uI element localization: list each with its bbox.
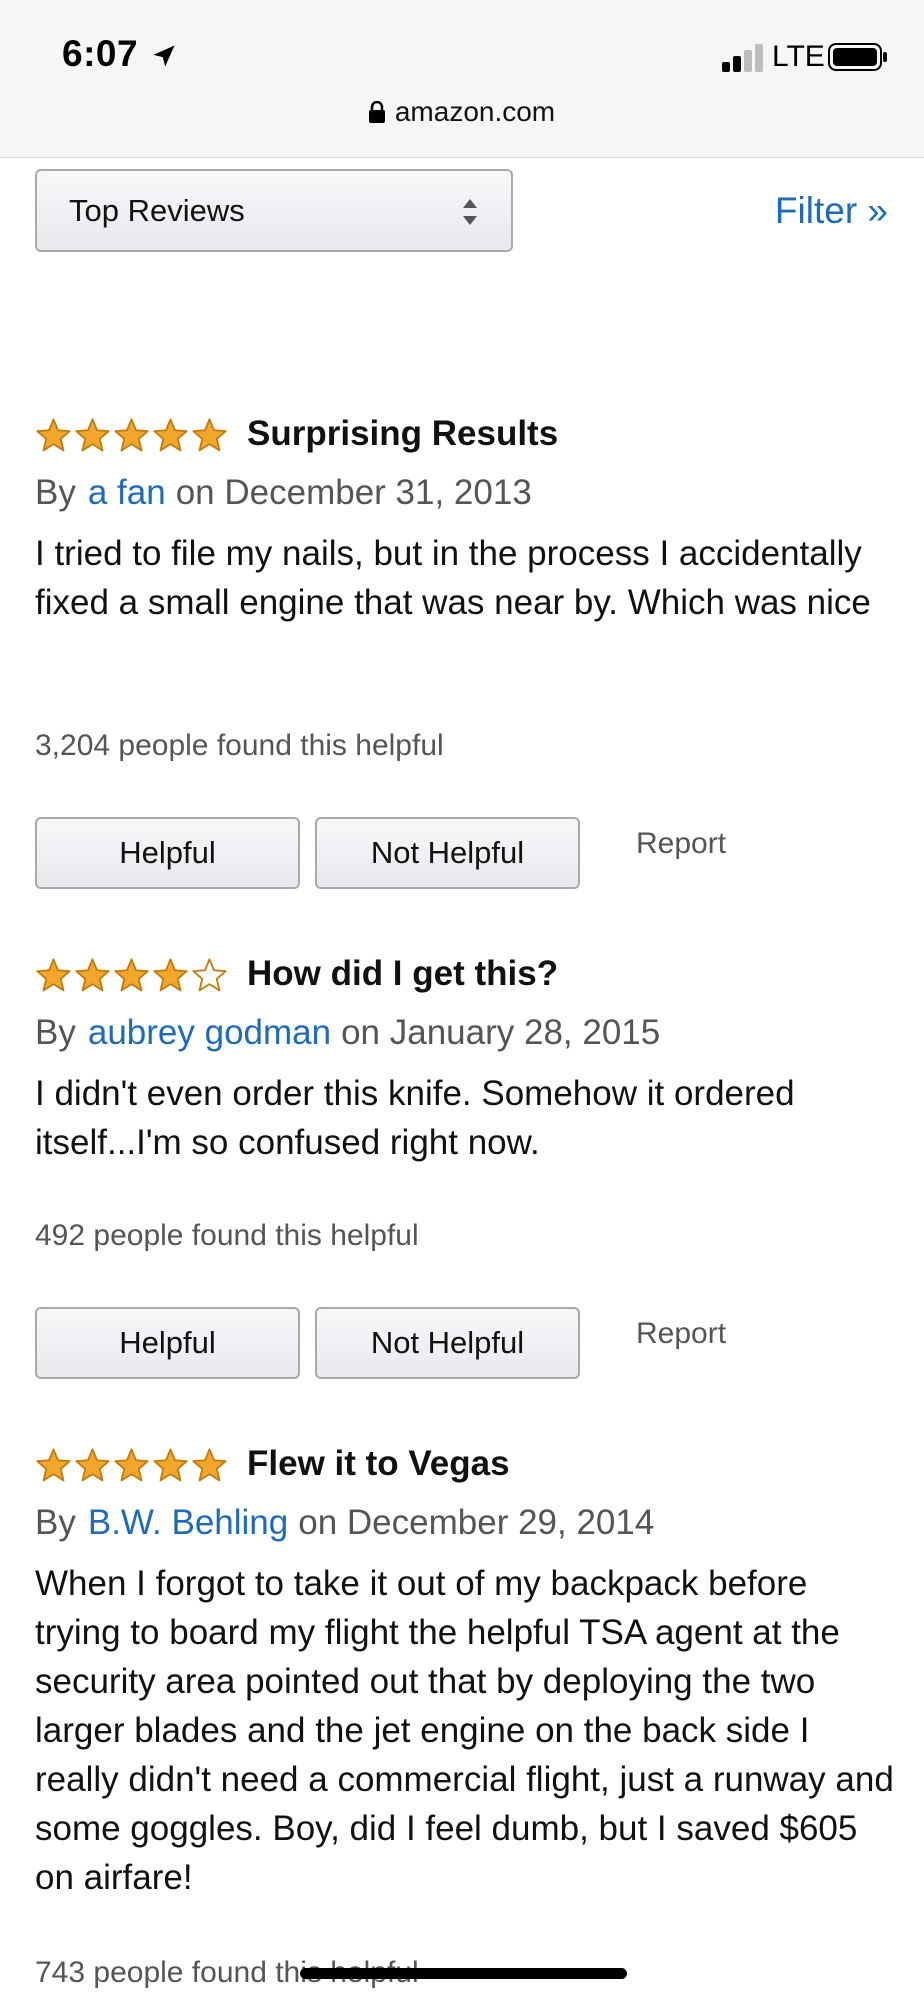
status-time: 6:07 — [62, 33, 139, 74]
star-filled-icon — [192, 418, 227, 452]
review-author-link[interactable]: a fan — [88, 473, 166, 512]
lock-icon — [368, 101, 385, 123]
review-date: on December 29, 2014 — [298, 1503, 655, 1542]
star-filled-icon — [36, 1448, 71, 1482]
not-helpful-button[interactable]: Not Helpful — [315, 1307, 580, 1379]
not-helpful-button[interactable]: Not Helpful — [315, 817, 580, 889]
review-body: When I forgot to take it out of my backp… — [35, 1564, 894, 1897]
helpful-button[interactable]: Helpful — [35, 817, 300, 889]
star-filled-icon — [75, 958, 110, 992]
network-type: LTE — [772, 40, 825, 73]
star-rating — [35, 1447, 228, 1487]
helpful-count: 3,204 people found this helpful — [35, 729, 444, 762]
star-filled-icon — [153, 1448, 188, 1482]
review-body: I didn't even order this knife. Somehow … — [35, 1074, 795, 1162]
by-label: By — [35, 1503, 76, 1542]
location-arrow-icon — [153, 45, 175, 67]
star-rating — [35, 417, 228, 457]
cellular-signal-icon — [722, 44, 763, 72]
report-link[interactable]: Report — [636, 827, 726, 861]
star-filled-icon — [75, 418, 110, 452]
star-filled-icon — [192, 1448, 227, 1482]
star-filled-icon — [114, 418, 149, 452]
star-filled-icon — [75, 1448, 110, 1482]
helpful-button[interactable]: Helpful — [35, 1307, 300, 1379]
review-date: on January 28, 2015 — [341, 1013, 661, 1052]
by-label: By — [35, 473, 76, 512]
star-filled-icon — [114, 1448, 149, 1482]
star-filled-icon — [114, 958, 149, 992]
url-text: amazon.com — [394, 96, 556, 127]
by-label: By — [35, 1013, 76, 1052]
address-bar[interactable]: amazon.com — [0, 96, 924, 128]
sort-select-label: Top Reviews — [69, 193, 245, 228]
star-filled-icon — [153, 418, 188, 452]
review-author-link[interactable]: aubrey godman — [88, 1013, 331, 1052]
helpful-count: 492 people found this helpful — [35, 1219, 419, 1252]
star-filled-icon — [36, 418, 71, 452]
review-date: on December 31, 2013 — [175, 473, 532, 512]
review-body: I tried to file my nails, but in the pro… — [35, 534, 871, 622]
review-title[interactable]: Flew it to Vegas — [247, 1444, 510, 1484]
report-link[interactable]: Report — [636, 1317, 726, 1351]
sort-reviews-select[interactable]: Top Reviews — [35, 169, 513, 252]
select-arrows-icon — [463, 199, 477, 225]
star-filled-icon — [153, 958, 188, 992]
star-empty-icon — [192, 958, 227, 992]
review-author-link[interactable]: B.W. Behling — [88, 1503, 288, 1542]
home-indicator[interactable] — [300, 1968, 627, 1979]
review-title[interactable]: Surprising Results — [247, 414, 558, 454]
review-byline: By a fan on December 31, 2013 — [35, 473, 532, 513]
browser-top-bar: 6:07 LTE amazon.com — [0, 0, 924, 158]
star-filled-icon — [36, 958, 71, 992]
review-byline: By aubrey godman on January 28, 2015 — [35, 1013, 660, 1053]
review-byline: By B.W. Behling on December 29, 2014 — [35, 1503, 654, 1543]
filter-link[interactable]: Filter » — [775, 190, 888, 232]
battery-icon — [828, 43, 887, 71]
review-title[interactable]: How did I get this? — [247, 954, 558, 994]
star-rating — [35, 957, 228, 997]
